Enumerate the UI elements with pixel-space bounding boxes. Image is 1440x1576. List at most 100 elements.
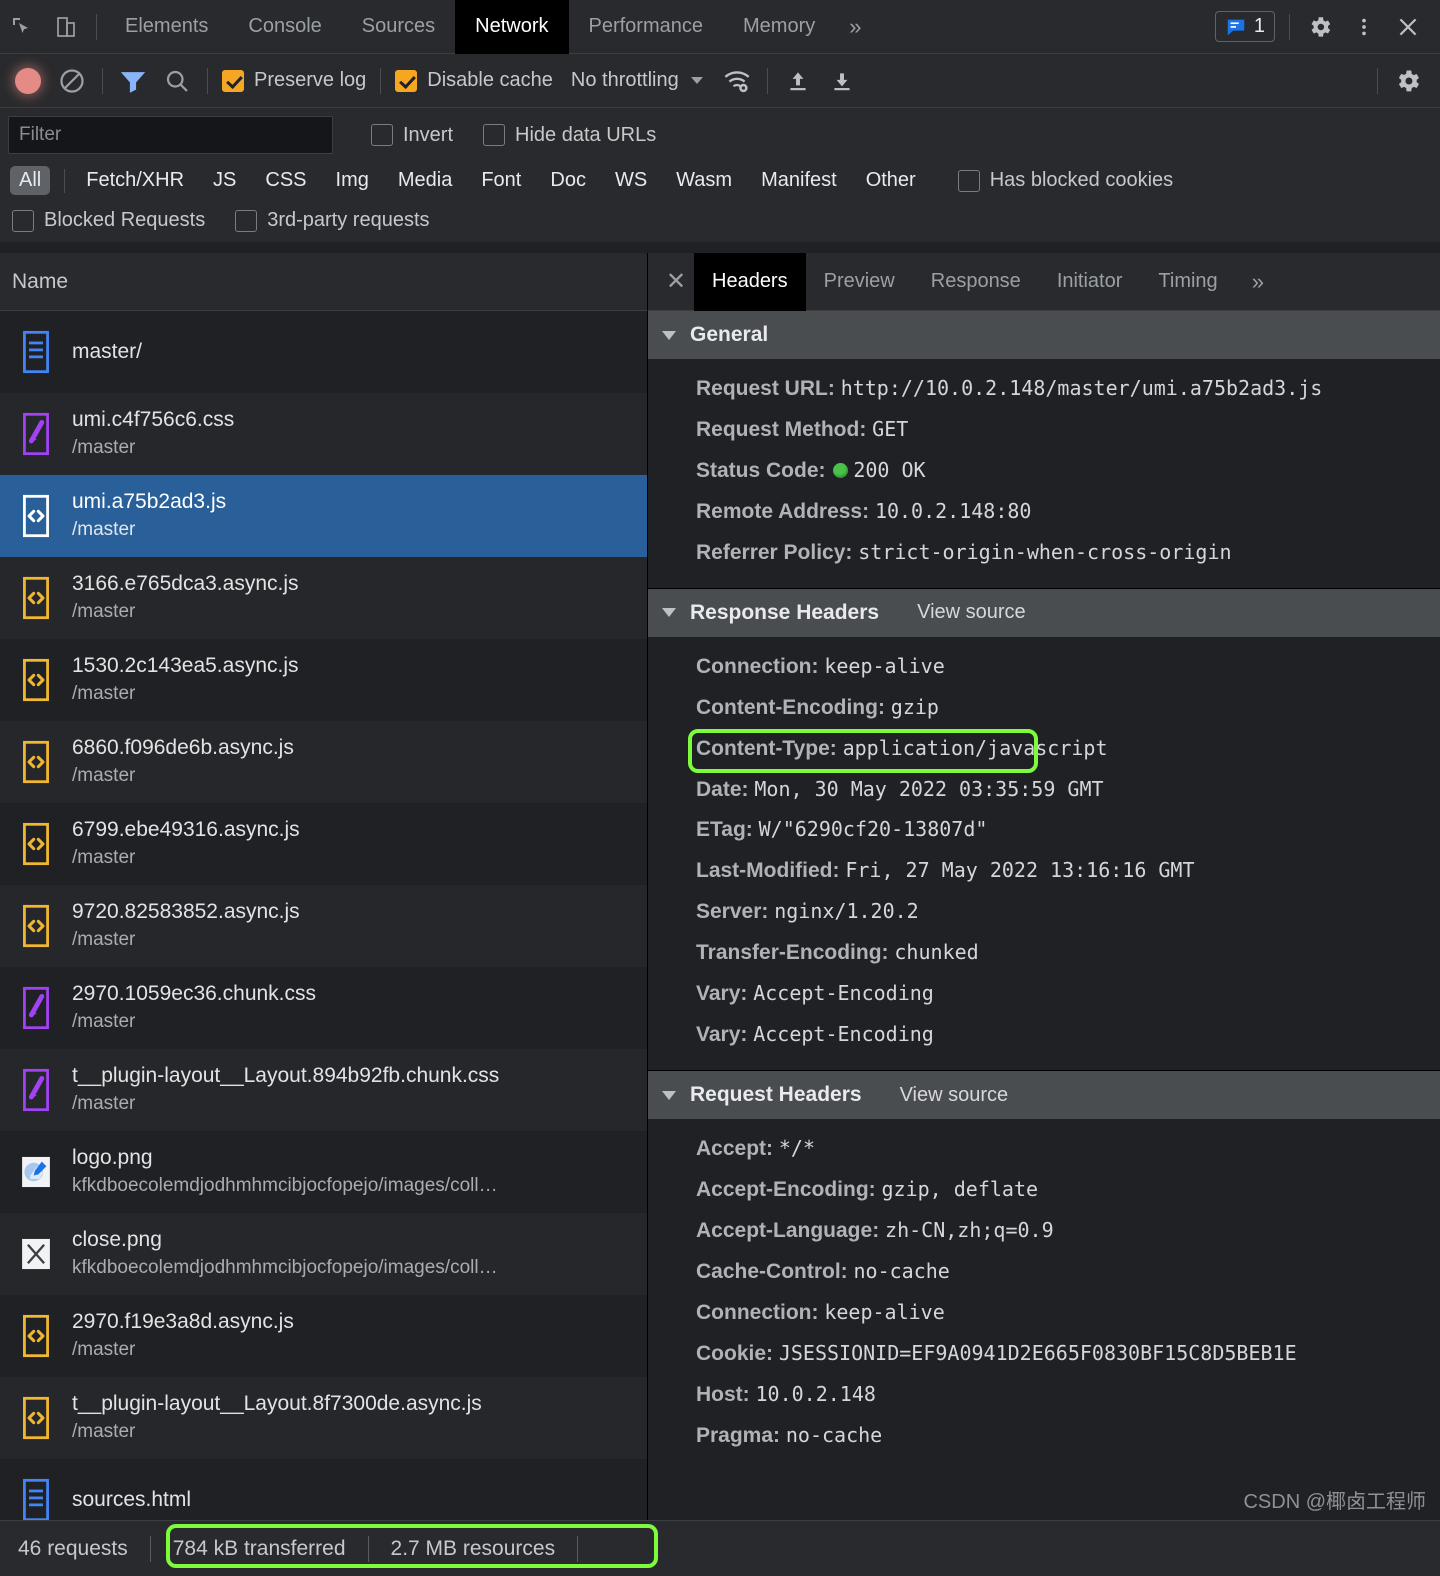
type-filter-css[interactable]: CSS: [256, 166, 315, 195]
request-row[interactable]: t__plugin-layout__Layout.8f7300de.async.…: [0, 1377, 647, 1459]
hide-data-urls-checkbox[interactable]: Hide data URLs: [483, 124, 656, 147]
filter-toggle-button[interactable]: [111, 59, 155, 103]
export-har-button[interactable]: [820, 59, 864, 103]
detail-tab-timing[interactable]: Timing: [1140, 253, 1235, 311]
throttling-value: No throttling: [570, 69, 679, 91]
import-har-button[interactable]: [776, 59, 820, 103]
type-filter-media[interactable]: Media: [389, 166, 461, 195]
request-row[interactable]: umi.c4f756c6.css/master: [0, 393, 647, 475]
detail-tab-initiator[interactable]: Initiator: [1039, 253, 1141, 311]
tab-strip-right-actions: 1: [1214, 5, 1440, 49]
close-devtools-icon[interactable]: [1386, 5, 1430, 49]
search-icon: [166, 70, 188, 92]
request-row[interactable]: 6799.ebe49316.async.js/master: [0, 803, 647, 885]
network-settings-gear-icon[interactable]: [1386, 59, 1430, 103]
request-view-source-link[interactable]: View source: [900, 1084, 1009, 1107]
type-filter-font[interactable]: Font: [472, 166, 530, 195]
js-icon: [18, 904, 54, 948]
request-row[interactable]: sources.html: [0, 1459, 647, 1520]
type-filter-js[interactable]: JS: [204, 166, 245, 195]
tab-sources[interactable]: Sources: [342, 0, 455, 54]
close-detail-icon[interactable]: ✕: [658, 267, 694, 296]
type-filter-manifest[interactable]: Manifest: [752, 166, 846, 195]
js-icon: [23, 822, 49, 866]
device-toolbar-icon[interactable]: [44, 5, 88, 49]
header-value: 200 OK: [853, 457, 926, 482]
request-list[interactable]: master/umi.c4f756c6.css/master umi.a75b2a…: [0, 311, 647, 1520]
request-url: /master: [72, 1011, 136, 1033]
type-filter-wasm[interactable]: Wasm: [667, 166, 741, 195]
header-line: Vary: Accept-Encoding: [648, 974, 1440, 1015]
has-blocked-cookies-checkbox[interactable]: Has blocked cookies: [957, 169, 1173, 192]
response-view-source-link[interactable]: View source: [917, 601, 1026, 624]
request-row[interactable]: t__plugin-layout__Layout.894b92fb.chunk.…: [0, 1049, 647, 1131]
filter-input[interactable]: [8, 116, 333, 154]
inspect-element-icon[interactable]: [0, 5, 44, 49]
hide-data-urls-label: Hide data URLs: [515, 123, 657, 146]
triangle-down-icon: [662, 608, 676, 618]
clear-button[interactable]: [50, 59, 94, 103]
preserve-log-checkbox[interactable]: Preserve log: [222, 69, 366, 92]
type-filter-ws[interactable]: WS: [606, 166, 656, 195]
general-header-list: Request URL: http://10.0.2.148/master/um…: [648, 359, 1440, 588]
network-conditions-button[interactable]: [715, 59, 759, 103]
general-section-header[interactable]: General: [648, 311, 1440, 359]
invert-checkbox[interactable]: Invert: [371, 124, 453, 147]
request-name: 2970.f19e3a8d.async.js: [72, 1310, 294, 1334]
header-line: Pragma: no-cache: [648, 1416, 1440, 1457]
image-close-icon: [18, 1232, 54, 1276]
request-row[interactable]: 1530.2c143ea5.async.js/master: [0, 639, 647, 721]
extra-filters-row: Blocked Requests 3rd-party requests: [8, 209, 1432, 242]
blocked-requests-checkbox[interactable]: Blocked Requests: [12, 209, 205, 232]
throttling-select[interactable]: No throttling: [571, 69, 703, 92]
detail-tab-preview[interactable]: Preview: [806, 253, 913, 311]
tab-performance[interactable]: Performance: [569, 0, 724, 54]
tab-elements[interactable]: Elements: [105, 0, 228, 54]
csdn-watermark: CSDN @椰卤工程师: [1243, 1491, 1426, 1513]
request-list-pane: Name master/umi.c4f756c6.css/master umi.a…: [0, 253, 648, 1520]
third-party-requests-checkbox[interactable]: 3rd-party requests: [235, 209, 430, 232]
detail-tab-headers[interactable]: Headers: [694, 253, 806, 311]
type-filter-all[interactable]: All: [10, 166, 51, 195]
request-row[interactable]: 2970.f19e3a8d.async.js/master: [0, 1295, 647, 1377]
header-value: JSESSIONID=EF9A0941D2E665F0830BF15C8D5BE…: [778, 1340, 1297, 1365]
header-line: Request URL: http://10.0.2.148/master/um…: [648, 369, 1440, 410]
tab-network[interactable]: Network: [455, 0, 569, 54]
disable-cache-checkbox[interactable]: Disable cache: [395, 69, 553, 92]
type-filter-fetch-xhr[interactable]: Fetch/XHR: [77, 166, 193, 195]
tab-console[interactable]: Console: [228, 0, 341, 54]
record-button[interactable]: [6, 59, 50, 103]
disable-cache-label: Disable cache: [427, 69, 553, 91]
request-headers-section-header[interactable]: Request Headers View source: [648, 1071, 1440, 1120]
header-line: Host: 10.0.2.148: [648, 1375, 1440, 1416]
request-row[interactable]: 2970.1059ec36.chunk.css/master: [0, 967, 647, 1049]
request-row[interactable]: umi.a75b2ad3.js/master: [0, 475, 647, 557]
type-filter-img[interactable]: Img: [327, 166, 378, 195]
settings-gear-icon[interactable]: [1298, 5, 1342, 49]
request-row[interactable]: logo.png kfkdboecolemdjodhmhmcibjocfopejo…: [0, 1131, 647, 1213]
detail-more-tabs-icon[interactable]: »: [1236, 269, 1280, 295]
more-tabs-icon[interactable]: »: [835, 0, 875, 54]
detail-tab-response[interactable]: Response: [913, 253, 1039, 311]
css-icon: [18, 412, 54, 456]
header-key: Cache-Control:: [696, 1259, 854, 1283]
header-line: Server: nginx/1.20.2: [648, 892, 1440, 933]
request-row[interactable]: 9720.82583852.async.js/master: [0, 885, 647, 967]
type-filter-doc[interactable]: Doc: [541, 166, 595, 195]
issues-badge[interactable]: 1: [1214, 11, 1275, 42]
response-headers-section-header[interactable]: Response Headers View source: [648, 588, 1440, 637]
doc-icon: [23, 1478, 49, 1520]
status-sep-3: [577, 1535, 579, 1562]
more-options-icon[interactable]: [1342, 5, 1386, 49]
css-icon: [23, 1068, 49, 1112]
request-row[interactable]: master/: [0, 311, 647, 393]
type-filter-other[interactable]: Other: [857, 166, 925, 195]
request-row[interactable]: 3166.e765dca3.async.js/master: [0, 557, 647, 639]
request-list-column-header[interactable]: Name: [0, 253, 647, 311]
search-button[interactable]: [155, 59, 199, 103]
request-row[interactable]: close.png kfkdboecolemdjodhmhmcibjocfopej…: [0, 1213, 647, 1295]
request-row[interactable]: 6860.f096de6b.async.js/master: [0, 721, 647, 803]
net-toolbar-separator-1: [102, 67, 103, 94]
detail-tab-strip: ✕ Headers Preview Response Initiator Tim…: [648, 253, 1440, 311]
tab-memory[interactable]: Memory: [723, 0, 835, 54]
